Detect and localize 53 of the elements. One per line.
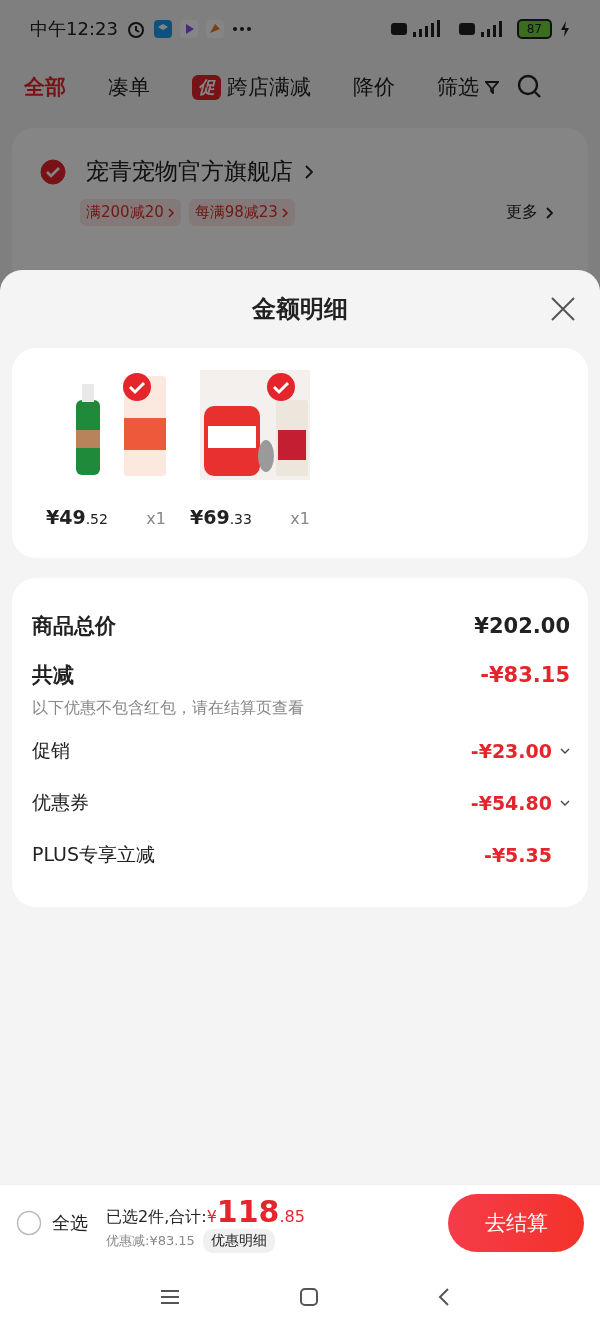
back-icon[interactable] xyxy=(438,1287,451,1307)
total-price: ¥118.85 xyxy=(206,1193,305,1229)
checkout-button[interactable]: 去结算 xyxy=(448,1194,584,1252)
filter-tab[interactable]: 筛选 xyxy=(427,73,509,101)
filter-tab[interactable]: 全部 xyxy=(14,73,76,101)
more-link[interactable]: 更多 xyxy=(500,201,560,224)
product-quantity: x1 xyxy=(146,509,166,528)
app-icon xyxy=(179,20,198,38)
app-icon xyxy=(205,20,224,38)
select-all-radio[interactable] xyxy=(16,1210,42,1236)
summary-value: -¥5.35 xyxy=(484,844,552,866)
more-icon xyxy=(231,26,252,32)
product-price: ¥69.33 xyxy=(190,506,252,528)
summary-note: 以下优惠不包含红包，请在结算页查看 xyxy=(32,698,305,719)
menu-icon[interactable] xyxy=(159,1289,180,1305)
filter-tab[interactable]: 降价 xyxy=(343,73,405,101)
summary-label: 优惠券 xyxy=(32,790,89,815)
chevron-icon[interactable] xyxy=(167,207,175,218)
status-time: 中午12:23 xyxy=(30,17,118,41)
promo-tag[interactable]: 每满98减23 xyxy=(188,199,295,226)
app-icon xyxy=(153,20,172,38)
chevron-icon xyxy=(305,164,313,179)
discount-text: 优惠减:¥83.15 xyxy=(106,1231,195,1250)
alarm-icon xyxy=(125,19,146,39)
product-quantity: x1 xyxy=(290,509,310,528)
promo-tag[interactable]: 满200减20 xyxy=(80,199,181,226)
chevron-icon[interactable] xyxy=(546,206,554,219)
selection-summary: 已选2件,合计: xyxy=(106,1206,207,1228)
discount-detail-button[interactable]: 优惠明细 xyxy=(202,1228,275,1253)
select-all-label[interactable]: 全选 xyxy=(52,1211,88,1235)
store-name[interactable]: 宠青宠物官方旗舰店 xyxy=(86,156,293,187)
close-icon[interactable] xyxy=(550,296,576,322)
caret-icon[interactable] xyxy=(560,748,570,754)
chevron-icon[interactable] xyxy=(281,207,289,218)
home-icon[interactable] xyxy=(299,1287,319,1307)
charging-icon xyxy=(560,21,570,37)
summary-label: 共减 xyxy=(32,662,74,689)
summary-value: ¥202.00 xyxy=(474,614,570,638)
search-icon[interactable] xyxy=(517,74,543,100)
store-checkbox[interactable] xyxy=(40,158,66,185)
summary-value: -¥83.15 xyxy=(480,663,570,687)
summary-label: PLUS专享立减 xyxy=(32,842,156,867)
caret-icon[interactable] xyxy=(560,800,570,806)
filter-tab[interactable]: 凑单 xyxy=(98,73,160,101)
summary-label: 商品总价 xyxy=(32,613,116,640)
summary-value: -¥23.00 xyxy=(470,740,552,762)
filter-tab[interactable]: 促 跨店满减 xyxy=(182,73,321,101)
summary-value: -¥54.80 xyxy=(470,792,552,814)
summary-label: 促销 xyxy=(32,738,70,763)
battery-level: 87 xyxy=(516,19,552,39)
filter-icon[interactable] xyxy=(485,80,499,94)
product-price: ¥49.52 xyxy=(46,506,108,528)
sheet-title: 金额明细 xyxy=(252,294,348,325)
